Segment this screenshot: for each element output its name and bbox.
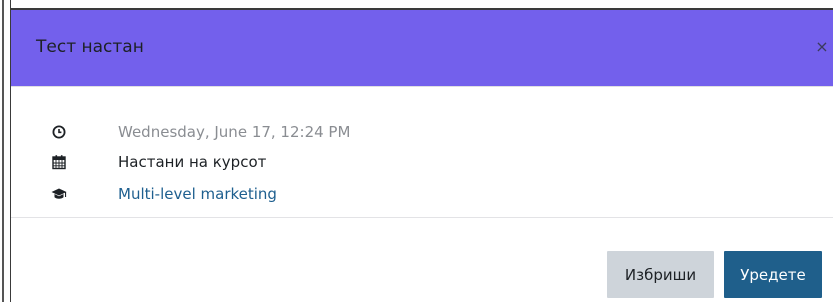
delete-button[interactable]: Избриши: [607, 251, 714, 298]
graduation-cap-icon: [51, 186, 67, 202]
modal-body: Wednesday, June 17, 12:24 PM Настани на …: [11, 87, 833, 218]
modal-footer: Избриши Уредете: [11, 218, 833, 302]
background-top-edge: [0, 0, 833, 10]
event-type: Настани на курсот: [118, 153, 267, 171]
modal-header: Тест настан ×: [11, 10, 833, 87]
event-date-row: Wednesday, June 17, 12:24 PM: [51, 121, 350, 143]
clock-icon: [51, 124, 67, 140]
event-details-modal: Тест настан × Wednesday, June 17, 12:24 …: [11, 10, 833, 302]
screen: Тест настан × Wednesday, June 17, 12:24 …: [0, 0, 833, 302]
event-type-row: Настани на курсот: [51, 151, 266, 173]
background-left-edge: [0, 0, 11, 302]
event-date: Wednesday, June 17, 12:24 PM: [118, 123, 351, 141]
course-link[interactable]: Multi-level marketing: [118, 185, 277, 203]
modal-title: Тест настан: [36, 37, 144, 57]
calendar-icon: [51, 154, 67, 170]
event-course-row: Multi-level marketing: [51, 183, 277, 205]
edit-button[interactable]: Уредете: [724, 251, 822, 298]
close-icon[interactable]: ×: [811, 36, 833, 58]
